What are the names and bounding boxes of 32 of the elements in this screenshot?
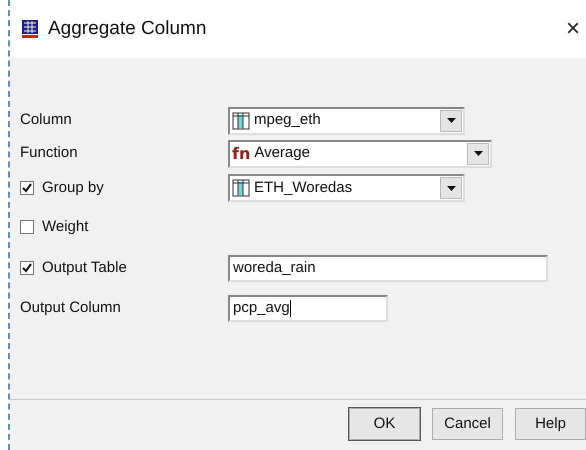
caret-icon — [446, 118, 456, 123]
dropdown-value: mpeg_eth — [254, 110, 321, 130]
dropdown-value: ETH_Woredas — [254, 178, 352, 198]
dropdown[interactable]: fn Average — [228, 140, 492, 168]
table-icon — [232, 112, 250, 130]
caret-icon — [446, 186, 456, 190]
dropdown-value: Average — [254, 143, 310, 164]
checkbox[interactable] — [20, 220, 34, 234]
dialog-button[interactable]: Cancel — [432, 408, 503, 440]
dropdown-arrow-button[interactable] — [440, 110, 462, 132]
field-label: Output Column — [20, 298, 121, 318]
field-label: Column — [20, 110, 72, 130]
function-icon: fn — [232, 146, 250, 162]
table-icon — [232, 179, 250, 197]
dropdown[interactable]: mpeg_eth — [228, 106, 465, 134]
dropdown-arrow-button[interactable] — [467, 142, 489, 164]
dialog-button[interactable]: Help — [515, 408, 586, 440]
checkbox[interactable] — [20, 181, 34, 195]
text-field[interactable]: pcp_avg — [228, 294, 388, 322]
dropdown-arrow-button[interactable] — [440, 177, 462, 199]
caret-icon — [474, 151, 482, 156]
dialog-button[interactable]: OK — [349, 408, 420, 440]
checkbox-label: Weight — [42, 216, 88, 237]
checkbox-label: Group by — [42, 178, 104, 198]
close-button[interactable]: × — [566, 17, 580, 41]
app-icon — [20, 19, 40, 39]
checkbox-label: Output Table — [42, 258, 127, 278]
window-title: Aggregate Column — [48, 16, 206, 41]
field-label: Function — [20, 143, 78, 164]
text-field[interactable]: woreda_rain — [228, 254, 548, 282]
checkbox[interactable] — [20, 261, 34, 275]
dropdown[interactable]: ETH_Woredas — [228, 174, 465, 202]
